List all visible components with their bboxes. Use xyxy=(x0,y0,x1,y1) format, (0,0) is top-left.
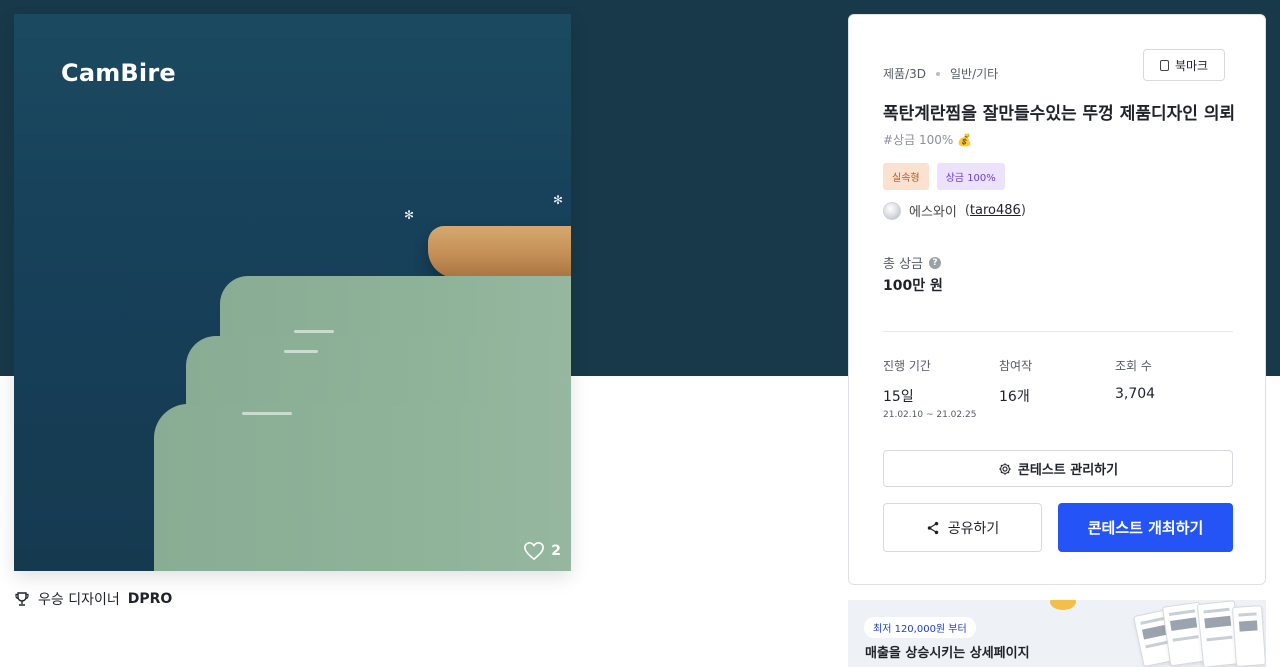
moneybag-icon: 💰 xyxy=(957,132,973,147)
total-prize-value: 100만 원 xyxy=(883,278,943,294)
host-contest-button[interactable]: 콘테스트 개최하기 xyxy=(1058,503,1233,552)
share-label: 공유하기 xyxy=(947,520,1000,537)
manage-label: 콘테스트 관리하기 xyxy=(1017,463,1119,478)
trophy-icon xyxy=(15,592,29,606)
divider xyxy=(883,331,1233,332)
ad-page-mockup xyxy=(1231,605,1266,667)
winner-label: 우승 디자이너 xyxy=(38,592,120,608)
tag-list: 실속형 상금 100% xyxy=(883,163,1005,190)
category-sub[interactable]: 일반/기타 xyxy=(950,65,998,82)
gear-icon xyxy=(999,462,1011,475)
separator-dot xyxy=(936,71,940,76)
like-count: 2 xyxy=(551,543,561,559)
wooden-lid xyxy=(428,226,571,278)
pot-highlight xyxy=(294,330,334,333)
contest-image[interactable]: CamBire ✻ ✻ 2 xyxy=(14,14,571,571)
category-breadcrumb: 제품/3D 일반/기타 xyxy=(883,65,998,82)
bookmark-icon xyxy=(1159,59,1169,71)
sparkle-icon: ✻ xyxy=(553,193,564,207)
stat-entries: 참여작 16개 xyxy=(999,357,1032,406)
like-button[interactable]: 2 xyxy=(523,541,561,561)
bookmark-label: 북마크 xyxy=(1174,58,1209,73)
sparkle-icon: ✻ xyxy=(404,208,415,222)
stat-label: 조회 수 xyxy=(1115,359,1152,373)
pot-tier-bottom xyxy=(154,404,571,571)
tag-badge: 상금 100% xyxy=(936,163,1005,190)
share-icon xyxy=(927,521,938,534)
brand-logo: CamBire xyxy=(61,59,176,87)
stat-period: 진행 기간 15일 21.02.10 ~ 21.02.25 xyxy=(883,357,976,420)
winner-info: 우승 디자이너 DPRO xyxy=(14,589,172,609)
stat-views: 조회 수 3,704 xyxy=(1115,357,1155,402)
ad-badge: 최저 120,000원 부터 xyxy=(864,617,976,638)
hashtag-text: #상금 100% xyxy=(883,133,954,147)
host-id-link[interactable]: taro486 xyxy=(970,203,1021,218)
stat-dates: 21.02.10 ~ 21.02.25 xyxy=(883,410,977,420)
hashtag: #상금 100% 💰 xyxy=(883,131,972,148)
stat-label: 참여작 xyxy=(999,359,1033,373)
total-prize-label: 총 상금 ? xyxy=(883,253,942,272)
bookmark-button[interactable]: 북마크 xyxy=(1143,49,1225,81)
coin-graphic xyxy=(1050,600,1076,610)
manage-contest-button[interactable]: 콘테스트 관리하기 xyxy=(883,450,1233,487)
contest-title: 폭탄계란찜을 잘만들수있는 뚜껑 제품디자인 의뢰 xyxy=(883,104,1236,124)
contest-info-panel: 제품/3D 일반/기타 북마크 폭탄계란찜을 잘만들수있는 뚜껑 제품디자인 의… xyxy=(848,14,1266,585)
help-icon[interactable]: ? xyxy=(929,256,942,269)
total-prize-label-text: 총 상금 xyxy=(883,257,924,272)
heart-outline-icon xyxy=(524,541,545,561)
ad-headline: 매출을 상승시키는 상세페이지 xyxy=(865,646,1030,661)
host-name: 에스와이 xyxy=(909,205,957,220)
stat-value: 15일 xyxy=(883,389,914,405)
stat-value: 16개 xyxy=(999,389,1030,405)
stat-label: 진행 기간 xyxy=(883,359,931,373)
avatar xyxy=(883,201,901,220)
pot-highlight xyxy=(242,412,292,415)
stat-value: 3,704 xyxy=(1115,386,1156,402)
category-main[interactable]: 제품/3D xyxy=(883,65,926,82)
tag-badge: 실속형 xyxy=(883,163,929,190)
share-button[interactable]: 공유하기 xyxy=(883,503,1042,552)
winner-name[interactable]: DPRO xyxy=(128,591,173,607)
pot-highlight xyxy=(284,350,318,353)
host-info: 에스와이 (taro486) xyxy=(883,201,1026,220)
ad-banner[interactable]: 최저 120,000원 부터 매출을 상승시키는 상세페이지 xyxy=(848,600,1266,667)
